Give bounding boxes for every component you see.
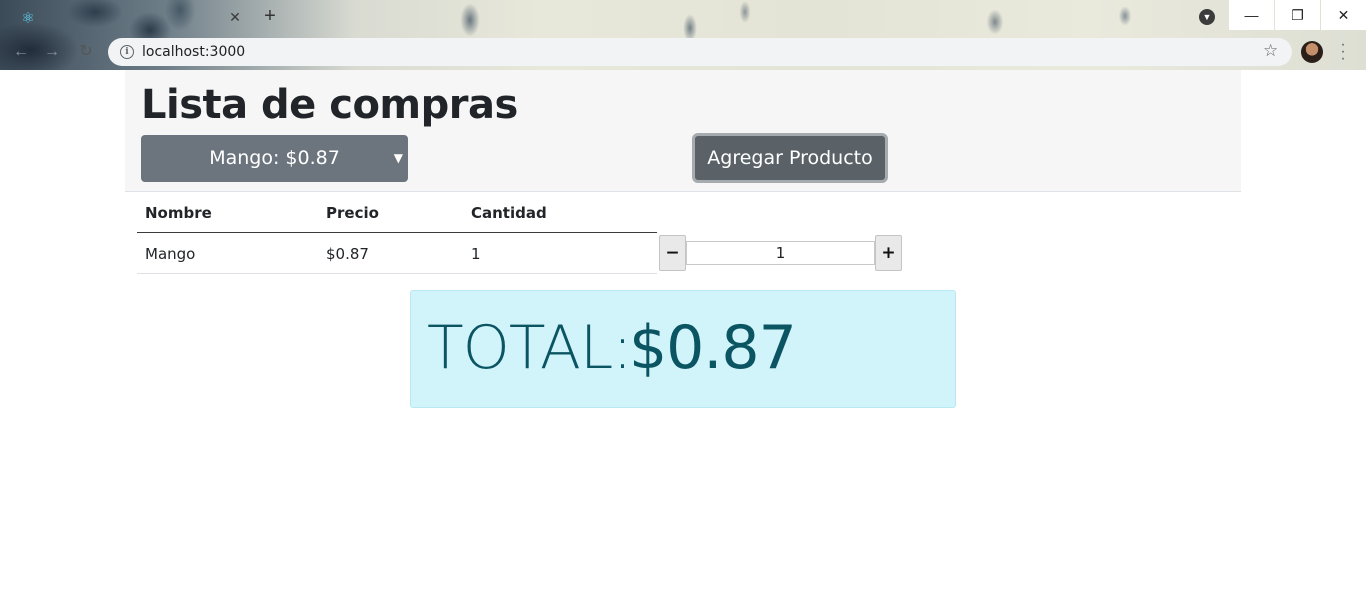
cell-nombre: Mango bbox=[145, 245, 196, 263]
column-header-nombre: Nombre bbox=[145, 204, 212, 222]
back-arrow-icon[interactable]: ← bbox=[11, 42, 31, 62]
maximize-button[interactable]: ❐ bbox=[1275, 0, 1320, 30]
cell-precio: $0.87 bbox=[326, 245, 369, 263]
address-bar[interactable]: i localhost:3000 ☆ bbox=[108, 38, 1292, 66]
new-tab-button[interactable]: + bbox=[259, 5, 281, 27]
tab-search-icon[interactable]: ▼ bbox=[1199, 9, 1215, 25]
chevron-down-icon: ▼ bbox=[393, 151, 403, 165]
column-header-cantidad: Cantidad bbox=[471, 204, 547, 222]
shopping-table: Nombre Precio Cantidad Mango $0.87 1 bbox=[137, 192, 657, 274]
react-icon: ⚛ bbox=[21, 10, 35, 27]
cell-cantidad: 1 bbox=[471, 245, 481, 263]
browser-tab[interactable]: ⚛ ✕ bbox=[8, 3, 248, 34]
minimize-button[interactable]: — bbox=[1229, 0, 1274, 30]
tab-close-icon[interactable]: ✕ bbox=[226, 8, 244, 26]
bookmark-star-icon[interactable]: ☆ bbox=[1263, 41, 1278, 61]
info-icon[interactable]: i bbox=[120, 45, 134, 59]
reload-icon[interactable]: ↻ bbox=[76, 42, 96, 62]
product-select[interactable]: Mango: $0.87 ▼ bbox=[141, 135, 408, 182]
url-text[interactable]: localhost:3000 bbox=[142, 44, 245, 60]
total-label: TOTAL: bbox=[427, 313, 633, 383]
table-row: Mango $0.87 1 bbox=[137, 233, 657, 274]
product-select-value: Mango: $0.87 bbox=[209, 147, 340, 169]
add-product-button[interactable]: Agregar Producto bbox=[692, 133, 888, 183]
total-value: $0.87 bbox=[629, 313, 797, 383]
menu-dots-icon[interactable]: · · · bbox=[1337, 37, 1349, 67]
increment-button[interactable]: + bbox=[875, 235, 902, 271]
profile-avatar[interactable] bbox=[1301, 41, 1323, 63]
total-box: TOTAL: $0.87 bbox=[410, 290, 956, 408]
page-header: Lista de compras Mango: $0.87 ▼ Agregar … bbox=[125, 70, 1241, 192]
decrement-button[interactable]: − bbox=[659, 235, 686, 271]
quantity-input[interactable]: 1 bbox=[686, 241, 875, 265]
forward-arrow-icon[interactable]: → bbox=[42, 42, 62, 62]
quantity-stepper: − 1 + bbox=[659, 235, 902, 272]
table-header: Nombre Precio Cantidad bbox=[137, 192, 657, 233]
column-header-precio: Precio bbox=[326, 204, 379, 222]
close-window-button[interactable]: ✕ bbox=[1321, 0, 1366, 30]
page-title: Lista de compras bbox=[141, 82, 518, 128]
